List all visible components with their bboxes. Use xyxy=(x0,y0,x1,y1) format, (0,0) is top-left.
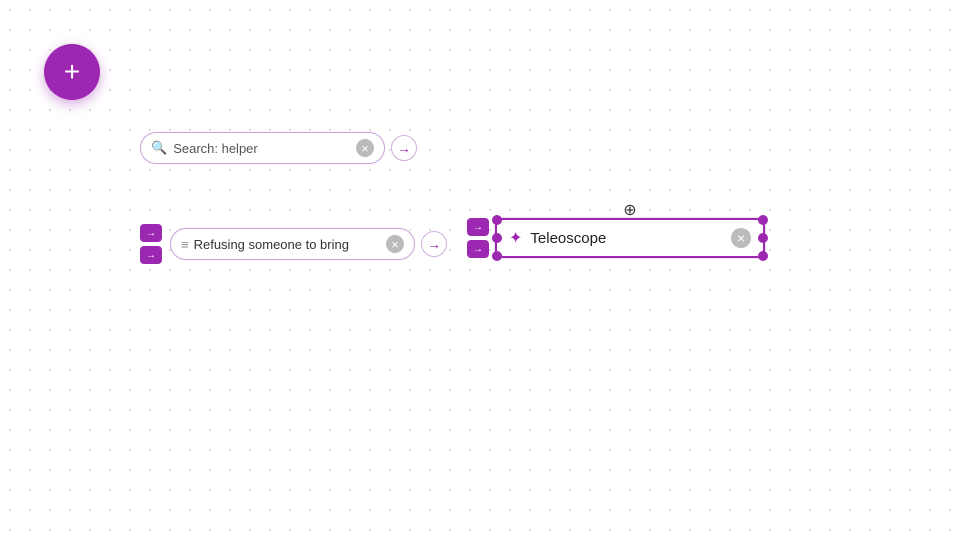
refusing-arrow-bottom[interactable]: → xyxy=(140,246,162,264)
refusing-arrow-connectors: → → xyxy=(140,224,162,264)
search-input-text: Search: helper xyxy=(173,141,350,156)
edge-handle-mid-left[interactable] xyxy=(492,233,502,243)
teleoscope-wrapper[interactable]: ✦ Teleoscope xyxy=(495,218,765,258)
search-icon: 🔍 xyxy=(151,140,167,156)
resize-handle-top-right[interactable] xyxy=(758,215,768,225)
refusing-clear-button[interactable] xyxy=(386,235,404,253)
move-icon: ⊕ xyxy=(623,200,636,220)
teleoscope-arrow-top[interactable]: → xyxy=(467,218,489,236)
teleoscope-arrow-bottom[interactable]: → xyxy=(467,240,489,258)
resize-handle-bottom-left[interactable] xyxy=(492,251,502,261)
teleoscope-left-connectors: → → xyxy=(467,218,489,258)
teleoscope-star-icon: ✦ xyxy=(509,228,522,248)
search-arrow-button[interactable]: → xyxy=(391,135,417,161)
refusing-arrow-top[interactable]: → xyxy=(140,224,162,242)
teleoscope-label: Teleoscope xyxy=(530,230,723,247)
search-node: 🔍 Search: helper → xyxy=(140,132,417,164)
canvas-background xyxy=(0,0,960,540)
lines-icon: ≡ xyxy=(181,237,188,252)
search-input-wrapper[interactable]: 🔍 Search: helper xyxy=(140,132,385,164)
refusing-input-wrapper[interactable]: ≡ Refusing someone to bring xyxy=(170,228,415,260)
resize-handle-bottom-right[interactable] xyxy=(758,251,768,261)
refusing-node: → → ≡ Refusing someone to bring → xyxy=(140,224,447,264)
teleoscope-clear-button[interactable] xyxy=(731,228,751,248)
resize-handle-top-left[interactable] xyxy=(492,215,502,225)
search-clear-button[interactable] xyxy=(356,139,374,157)
refusing-text: Refusing someone to bring xyxy=(194,237,380,252)
plus-icon: + xyxy=(64,58,80,86)
add-fab-button[interactable]: + xyxy=(44,44,100,100)
teleoscope-node: ⊕ → → ✦ Teleoscope xyxy=(495,218,765,258)
edge-handle-mid-right[interactable] xyxy=(758,233,768,243)
refusing-arrow-button[interactable]: → xyxy=(421,231,447,257)
